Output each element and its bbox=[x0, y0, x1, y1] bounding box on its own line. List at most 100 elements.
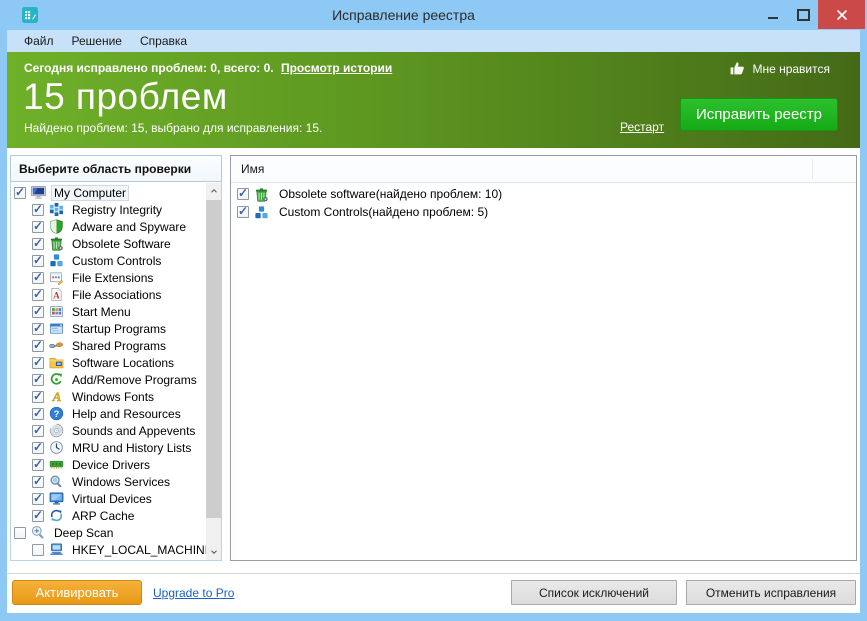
doc-a-icon: A bbox=[47, 287, 66, 303]
tree-item-startup-programs[interactable]: Startup Programs bbox=[11, 320, 221, 337]
today-summary: Сегодня исправлено проблем: 0, всего: 0.… bbox=[24, 61, 392, 75]
checkbox[interactable] bbox=[237, 206, 249, 218]
checkbox[interactable] bbox=[14, 187, 26, 199]
checkbox[interactable] bbox=[32, 391, 44, 403]
checkbox[interactable] bbox=[32, 544, 44, 556]
upgrade-to-pro-link[interactable]: Upgrade to Pro bbox=[153, 586, 234, 600]
exclusions-button[interactable]: Список исключений bbox=[511, 580, 677, 605]
checkbox[interactable] bbox=[32, 408, 44, 420]
result-row-label: Custom Controls(найдено проблем: 5) bbox=[277, 205, 490, 219]
tree-scrollbar[interactable] bbox=[206, 183, 221, 560]
undo-fixes-button[interactable]: Отменить исправления bbox=[686, 580, 856, 605]
tree-item-mru-and-history-lists[interactable]: MRU and History Lists bbox=[11, 439, 221, 456]
result-row-obsolete-software-10[interactable]: Obsolete software(найдено проблем: 10) bbox=[231, 185, 856, 203]
svg-text:?: ? bbox=[54, 409, 60, 419]
tree-item-my-computer[interactable]: My Computer bbox=[11, 184, 221, 201]
column-header-name[interactable]: Имя bbox=[231, 162, 264, 176]
checkbox[interactable] bbox=[32, 357, 44, 369]
tree-item-windows-fonts[interactable]: AWindows Fonts bbox=[11, 388, 221, 405]
tree-item-sounds-and-appevents[interactable]: Sounds and Appevents bbox=[11, 422, 221, 439]
checkbox[interactable] bbox=[32, 340, 44, 352]
checkbox[interactable] bbox=[32, 204, 44, 216]
app-window: Исправление реестра Файл Решение Справка… bbox=[0, 0, 867, 621]
column-divider[interactable] bbox=[812, 159, 813, 179]
checkbox[interactable] bbox=[237, 188, 249, 200]
scroll-down-button[interactable] bbox=[206, 544, 221, 560]
tree-item-device-drivers[interactable]: Device Drivers bbox=[11, 456, 221, 473]
checkbox[interactable] bbox=[32, 272, 44, 284]
result-row-custom-controls-5[interactable]: Custom Controls(найдено проблем: 5) bbox=[231, 203, 856, 221]
tree-item-label: Adware and Spyware bbox=[70, 220, 188, 234]
activate-button[interactable]: Активировать bbox=[12, 580, 142, 605]
tree-item-label: Device Drivers bbox=[70, 458, 152, 472]
tree-item-label: Virtual Devices bbox=[70, 492, 154, 506]
tree-item-virtual-devices[interactable]: Virtual Devices bbox=[11, 490, 221, 507]
checkbox[interactable] bbox=[32, 425, 44, 437]
menu-bar: Файл Решение Справка bbox=[7, 30, 860, 52]
globe-icon bbox=[47, 508, 66, 524]
minimize-icon bbox=[768, 17, 778, 19]
tree-item-windows-services[interactable]: Windows Services bbox=[11, 473, 221, 490]
checkbox[interactable] bbox=[14, 527, 26, 539]
chevron-up-icon bbox=[209, 186, 219, 196]
tree-item-help-and-resources[interactable]: ?Help and Resources bbox=[11, 405, 221, 422]
today-summary-text: Сегодня исправлено проблем: 0, всего: 0. bbox=[24, 61, 274, 75]
tree-item-shared-programs[interactable]: Shared Programs bbox=[11, 337, 221, 354]
close-button[interactable] bbox=[818, 0, 865, 29]
like-button[interactable]: Мне нравится bbox=[729, 60, 830, 77]
tree-item-registry-integrity[interactable]: Registry Integrity bbox=[11, 201, 221, 218]
checkbox[interactable] bbox=[32, 493, 44, 505]
checkbox[interactable] bbox=[32, 476, 44, 488]
services-icon bbox=[47, 474, 66, 490]
results-panel: Имя Obsolete software(найдено проблем: 1… bbox=[230, 155, 857, 561]
history-link[interactable]: Просмотр истории bbox=[281, 61, 392, 75]
tree-item-software-locations[interactable]: Software Locations bbox=[11, 354, 221, 371]
computer2-icon bbox=[47, 542, 66, 558]
checkbox[interactable] bbox=[32, 459, 44, 471]
checkbox[interactable] bbox=[32, 289, 44, 301]
maximize-button[interactable] bbox=[788, 0, 818, 29]
tree-item-label: Shared Programs bbox=[70, 339, 168, 353]
like-label: Мне нравится bbox=[752, 62, 830, 76]
tree-item-file-extensions[interactable]: File Extensions bbox=[11, 269, 221, 286]
folder-monitor-icon bbox=[47, 355, 66, 371]
checkbox[interactable] bbox=[32, 510, 44, 522]
found-summary: Найдено проблем: 15, выбрано для исправл… bbox=[24, 121, 322, 135]
checkbox[interactable] bbox=[32, 221, 44, 233]
checkbox[interactable] bbox=[32, 442, 44, 454]
tree-item-obsolete-software[interactable]: Obsolete Software bbox=[11, 235, 221, 252]
checkbox[interactable] bbox=[32, 255, 44, 267]
tree-item-arp-cache[interactable]: ARP Cache bbox=[11, 507, 221, 524]
start-menu-icon bbox=[47, 304, 66, 320]
tree-item-start-menu[interactable]: Start Menu bbox=[11, 303, 221, 320]
menu-item-solution[interactable]: Решение bbox=[63, 32, 131, 50]
svg-text:A: A bbox=[53, 291, 60, 301]
svg-text:A: A bbox=[52, 389, 62, 404]
menu-item-help[interactable]: Справка bbox=[131, 32, 196, 50]
checkbox[interactable] bbox=[32, 374, 44, 386]
checkbox[interactable] bbox=[32, 306, 44, 318]
checkbox[interactable] bbox=[32, 323, 44, 335]
tree-item-adware-and-spyware[interactable]: Adware and Spyware bbox=[11, 218, 221, 235]
tree-item-label: HKEY_LOCAL_MACHINE bbox=[70, 543, 215, 557]
results-list: Obsolete software(найдено проблем: 10) Cu… bbox=[231, 183, 856, 560]
tree-item-hkey-local-machine[interactable]: HKEY_LOCAL_MACHINE bbox=[11, 541, 221, 558]
restart-link[interactable]: Рестарт bbox=[620, 120, 664, 134]
tree-item-deep-scan[interactable]: Deep Scan bbox=[11, 524, 221, 541]
trash-icon bbox=[252, 186, 271, 202]
footer-divider bbox=[7, 573, 860, 574]
status-banner: Сегодня исправлено проблем: 0, всего: 0.… bbox=[7, 52, 860, 148]
fix-registry-button[interactable]: Исправить реестр bbox=[680, 98, 838, 131]
scrollbar-thumb[interactable] bbox=[206, 200, 221, 518]
title-bar[interactable]: Исправление реестра bbox=[0, 0, 867, 30]
tree-item-custom-controls[interactable]: Custom Controls bbox=[11, 252, 221, 269]
tree-item-label: Start Menu bbox=[70, 305, 133, 319]
recycle-icon bbox=[47, 372, 66, 388]
menu-item-file[interactable]: Файл bbox=[15, 32, 63, 50]
minimize-button[interactable] bbox=[758, 0, 788, 29]
tree-item-file-associations[interactable]: AFile Associations bbox=[11, 286, 221, 303]
results-header: Имя bbox=[231, 156, 856, 183]
tree-item-add-remove-programs[interactable]: Add/Remove Programs bbox=[11, 371, 221, 388]
scroll-up-button[interactable] bbox=[206, 183, 221, 199]
checkbox[interactable] bbox=[32, 238, 44, 250]
